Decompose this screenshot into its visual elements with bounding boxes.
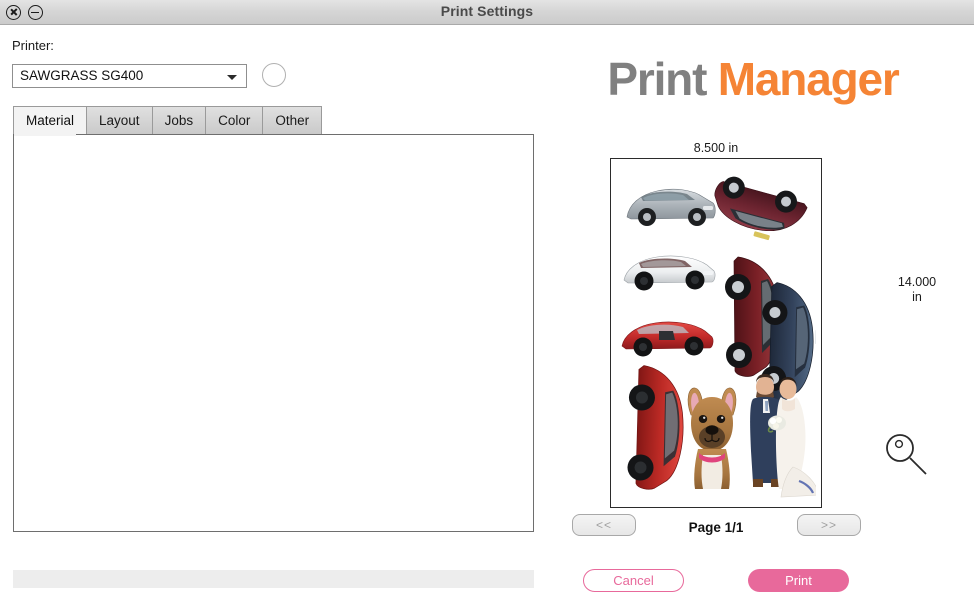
tab-jobs[interactable]: Jobs [152, 106, 207, 135]
material-settings-panel [13, 134, 534, 532]
window-title: Print Settings [0, 3, 974, 19]
next-page-button[interactable]: >> [797, 514, 861, 536]
white-roadster [619, 246, 719, 294]
previous-page-button[interactable]: << [572, 514, 636, 536]
tab-color[interactable]: Color [205, 106, 263, 135]
cancel-button[interactable]: Cancel [583, 569, 684, 592]
active-tab-connector [14, 133, 76, 136]
printer-select[interactable]: SAWGRASS SG400 [12, 64, 247, 88]
printer-status-indicator [262, 63, 286, 87]
print-button[interactable]: Print [748, 569, 849, 592]
page-height-label: 14.000in [880, 275, 954, 305]
print-preview[interactable] [610, 158, 822, 508]
page-width-label: 8.500 in [610, 141, 822, 155]
tab-other[interactable]: Other [262, 106, 322, 135]
settings-tabs: Material Layout Jobs Color Other [13, 106, 321, 135]
print-preview-canvas [615, 163, 816, 502]
red-convertible [617, 311, 717, 361]
chevron-down-icon [227, 75, 237, 80]
tab-layout[interactable]: Layout [86, 106, 153, 135]
app-logo: Print Manager [553, 52, 953, 106]
logo-word-manager: Manager [718, 53, 899, 105]
window-title-bar: Print Settings [0, 0, 974, 25]
wedding-couple [741, 371, 816, 499]
logo-word-print: Print [607, 53, 706, 105]
silver-coupe [623, 179, 718, 231]
tab-material[interactable]: Material [13, 106, 87, 135]
horizontal-scrollbar[interactable] [13, 570, 534, 588]
page-indicator: Page 1/1 [636, 520, 796, 535]
maroon-car-upside-down [709, 169, 814, 249]
printer-select-value: SAWGRASS SG400 [20, 68, 143, 83]
magnifier-icon[interactable] [882, 430, 930, 478]
printer-label: Printer: [12, 38, 54, 53]
dog-portrait [681, 385, 743, 495]
